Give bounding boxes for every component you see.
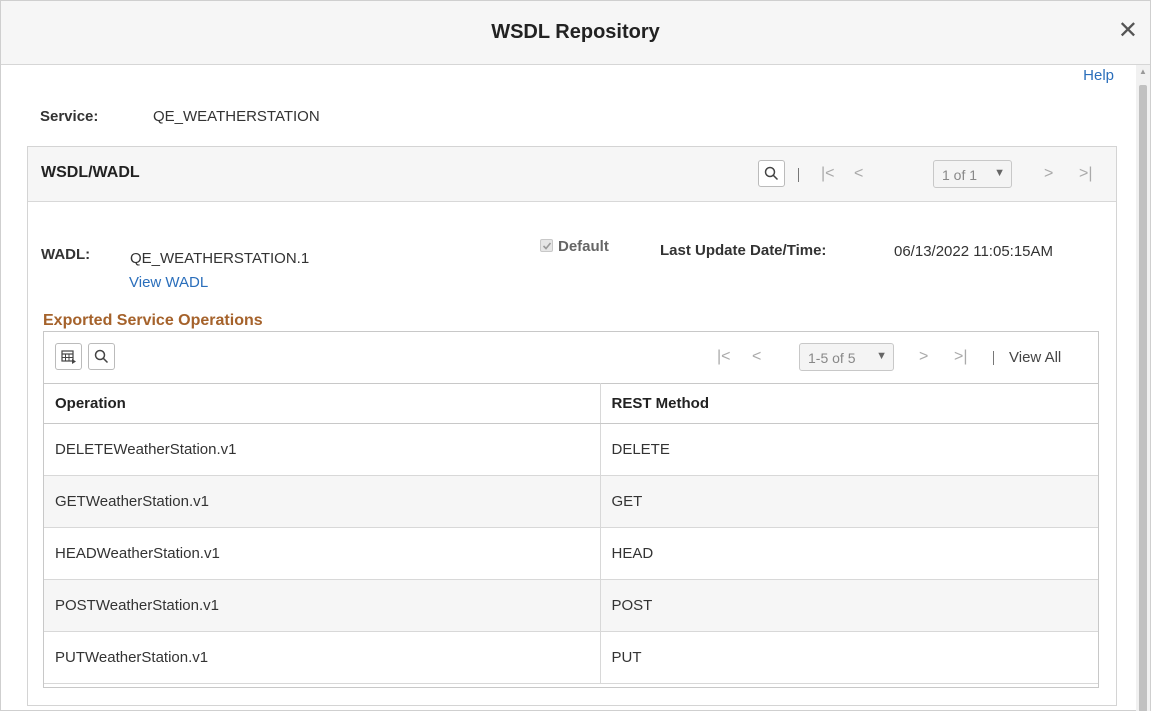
table-row: GETWeatherStation.v1 GET (44, 475, 1098, 528)
checkmark-icon (542, 242, 552, 250)
chevron-down-icon: ▼ (876, 350, 887, 362)
previous-page-icon[interactable]: < (752, 347, 761, 367)
close-icon[interactable]: ✕ (1118, 19, 1138, 43)
next-page-icon[interactable]: > (919, 347, 928, 367)
vertical-scrollbar[interactable]: ▲ (1136, 65, 1150, 711)
table-header-row: Operation REST Method (44, 383, 1098, 424)
operations-table: Operation REST Method DELETEWeatherStati… (44, 383, 1098, 684)
operations-grid: |< < 1-5 of 5 ▼ > >| View All Operation … (43, 331, 1099, 688)
chevron-down-icon: ▼ (994, 167, 1005, 179)
grid-settings-icon (61, 350, 76, 364)
column-header-operation[interactable]: Operation (44, 383, 601, 424)
search-icon (94, 349, 109, 364)
default-checkbox[interactable] (540, 239, 553, 252)
rest-method-cell: PUT (600, 631, 1098, 684)
scrollbar-thumb[interactable] (1139, 85, 1147, 711)
first-page-icon[interactable]: |< (717, 347, 731, 367)
first-page-icon[interactable]: |< (821, 164, 835, 184)
operation-cell: POSTWeatherStation.v1 (44, 579, 601, 632)
rest-method-cell: DELETE (600, 423, 1098, 476)
scroll-up-arrow-icon[interactable]: ▲ (1139, 67, 1147, 76)
row-pager-value: 1 of 1 (942, 167, 978, 183)
personalize-grid-button[interactable] (55, 343, 82, 370)
operations-pager-select[interactable]: 1-5 of 5 ▼ (799, 343, 894, 371)
service-label: Service: (40, 108, 99, 125)
exported-operations-title: Exported Service Operations (43, 312, 263, 329)
grid-search-button[interactable] (88, 343, 115, 370)
search-button[interactable] (758, 160, 785, 187)
operation-cell: PUTWeatherStation.v1 (44, 631, 601, 684)
previous-page-icon[interactable]: < (854, 164, 863, 184)
table-row: PUTWeatherStation.v1 PUT (44, 631, 1098, 684)
table-row: DELETEWeatherStation.v1 DELETE (44, 423, 1098, 476)
rest-method-cell: POST (600, 579, 1098, 632)
last-update-value: 06/13/2022 11:05:15AM (894, 243, 1054, 260)
next-page-icon[interactable]: > (1044, 164, 1053, 184)
last-page-icon[interactable]: >| (954, 347, 968, 367)
toolbar-separator (798, 168, 799, 182)
table-row: HEADWeatherStation.v1 HEAD (44, 527, 1098, 580)
dialog-titlebar: WSDL Repository ✕ (1, 1, 1150, 65)
wsdl-wadl-title: WSDL/WADL (41, 164, 140, 181)
dialog-title: WSDL Repository (491, 21, 660, 43)
view-wadl-link[interactable]: View WADL (129, 274, 208, 291)
grid-toolbar: |< < 1-5 of 5 ▼ > >| View All (44, 332, 1098, 382)
operation-cell: HEADWeatherStation.v1 (44, 527, 601, 580)
wsdl-wadl-header: WSDL/WADL |< < 1 of 1 ▼ > >| (28, 147, 1116, 202)
operation-cell: GETWeatherStation.v1 (44, 475, 601, 528)
last-page-icon[interactable]: >| (1079, 164, 1093, 184)
service-value: QE_WEATHERSTATION (153, 108, 320, 125)
row-pager-select[interactable]: 1 of 1 ▼ (933, 160, 1012, 188)
wadl-label: WADL: (41, 246, 91, 263)
operations-pager-value: 1-5 of 5 (808, 350, 856, 366)
wsdl-wadl-panel: WSDL/WADL |< < 1 of 1 ▼ > >| WADL: QE_WE… (27, 146, 1117, 706)
help-link[interactable]: Help (1083, 67, 1114, 84)
rest-method-cell: GET (600, 475, 1098, 528)
operation-cell: DELETEWeatherStation.v1 (44, 423, 601, 476)
column-header-rest-method[interactable]: REST Method (600, 383, 1098, 424)
search-icon (764, 166, 779, 181)
rest-method-cell: HEAD (600, 527, 1098, 580)
wsdl-repository-dialog: WSDL Repository ✕ ▲ Help Service: QE_WEA… (0, 0, 1151, 711)
toolbar-separator (993, 351, 994, 365)
wadl-value: QE_WEATHERSTATION.1 (130, 250, 310, 267)
default-label: Default (558, 238, 609, 255)
view-all-link[interactable]: View All (1009, 349, 1061, 366)
last-update-label: Last Update Date/Time: (660, 242, 827, 259)
table-row: POSTWeatherStation.v1 POST (44, 579, 1098, 632)
